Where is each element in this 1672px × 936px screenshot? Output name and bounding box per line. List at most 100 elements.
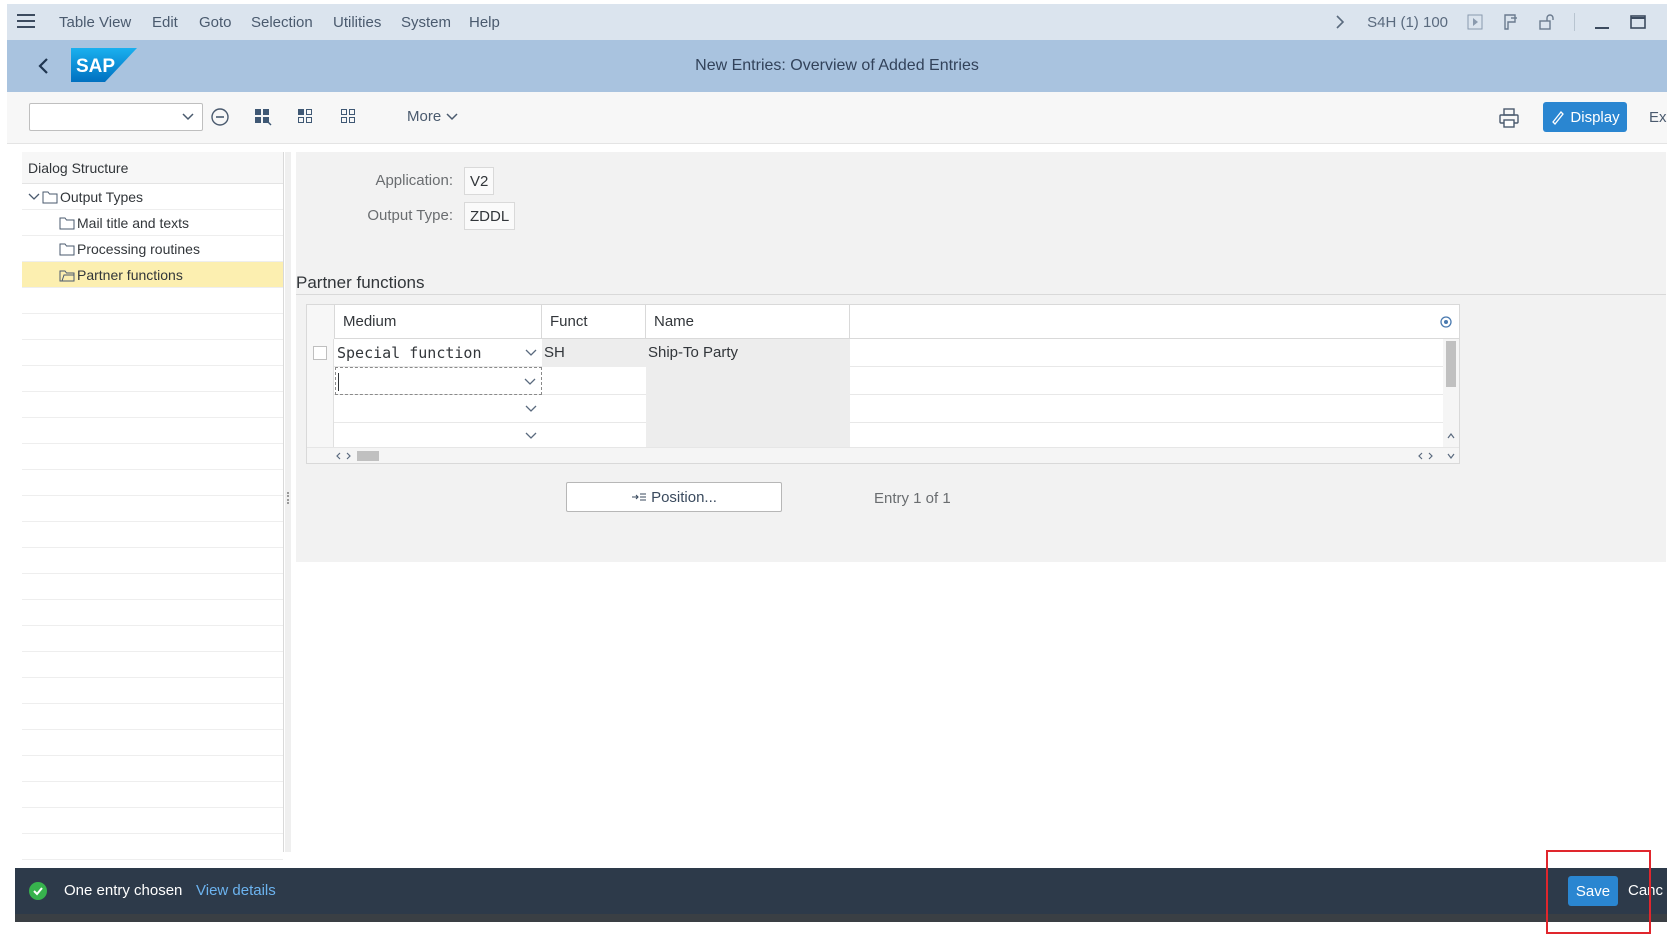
scroll-down-icon[interactable] <box>1446 451 1456 461</box>
panel-splitter[interactable] <box>285 152 291 852</box>
row-checkbox[interactable] <box>313 346 327 360</box>
horizontal-scrollbar[interactable] <box>307 447 1459 463</box>
table-row <box>307 395 1443 423</box>
scroll-left-right-icon[interactable] <box>1417 451 1437 461</box>
tree-empty-row <box>22 678 283 704</box>
name-field <box>646 423 850 449</box>
application-label: Application: <box>375 172 453 189</box>
scrollbar-thumb[interactable] <box>357 451 379 461</box>
chevron-down-icon[interactable] <box>524 403 538 415</box>
tree-empty-row <box>22 782 283 808</box>
medium-dropdown[interactable] <box>335 423 542 449</box>
table-row: Special function SH Ship-To Party <box>307 339 1443 367</box>
funct-field[interactable] <box>542 367 646 395</box>
select-all-icon[interactable] <box>253 107 273 127</box>
tree-empty-row <box>22 392 283 418</box>
delete-row-icon[interactable] <box>210 107 230 127</box>
tree-item-label: Partner functions <box>77 267 183 283</box>
scrollbar-thumb[interactable] <box>1446 341 1456 387</box>
tree-item-label: Mail title and texts <box>77 215 190 231</box>
section-divider <box>296 294 1666 295</box>
position-button[interactable]: Position... <box>566 482 782 512</box>
chevron-down-icon[interactable] <box>28 192 40 202</box>
chevron-down-icon <box>446 112 458 120</box>
column-funct[interactable]: Funct <box>542 305 646 339</box>
name-field <box>646 367 850 395</box>
funct-field[interactable] <box>542 423 646 449</box>
scroll-up-icon[interactable] <box>1446 431 1456 441</box>
system-toolbar: S4H (1) 100 <box>1331 10 1647 34</box>
menu-selection[interactable]: Selection <box>251 14 313 31</box>
minimize-icon[interactable] <box>1593 13 1611 31</box>
command-field[interactable] <box>29 103 203 131</box>
tree-item-partner-functions[interactable]: Partner functions <box>22 262 283 288</box>
row-selector[interactable] <box>307 423 334 449</box>
chevron-down-icon <box>182 113 194 121</box>
scroll-left-right-icon[interactable] <box>335 451 355 461</box>
page-title: New Entries: Overview of Added Entries <box>695 57 979 74</box>
medium-value: Special function <box>337 344 482 362</box>
exit-button[interactable]: Ex <box>1649 109 1667 126</box>
funct-field[interactable] <box>542 395 646 423</box>
column-medium[interactable]: Medium <box>335 305 542 339</box>
menu-bar: Table View Edit Goto Selection Utilities… <box>7 4 1667 40</box>
folder-icon <box>59 217 75 230</box>
tree-empty-row <box>22 288 283 314</box>
maximize-icon[interactable] <box>1629 13 1647 31</box>
menu-utilities[interactable]: Utilities <box>333 14 381 31</box>
output-type-field: ZDDL <box>464 202 516 230</box>
display-button[interactable]: Display <box>1543 102 1627 132</box>
system-id: S4H (1) 100 <box>1367 13 1448 31</box>
tree-item-processing-routines[interactable]: Processing routines <box>22 236 283 262</box>
tree-empty-row <box>22 496 283 522</box>
splitter-grip-icon[interactable] <box>287 492 289 504</box>
tree-item-label: Processing routines <box>77 241 200 257</box>
tree-empty-row <box>22 366 283 392</box>
application-toolbar: More Display Ex <box>7 92 1667 144</box>
chevron-down-icon[interactable] <box>524 347 538 359</box>
menu-goto[interactable]: Goto <box>199 14 232 31</box>
position-label: Position... <box>651 488 717 506</box>
play-icon[interactable] <box>1466 13 1484 31</box>
more-menu-button[interactable]: More <box>407 108 459 125</box>
tree-item-output-types[interactable]: Output Types <box>22 184 283 210</box>
row-selector[interactable] <box>307 339 334 367</box>
table-header: Medium Funct Name <box>307 305 1459 339</box>
status-message: One entry chosen <box>64 882 183 899</box>
chevron-down-icon[interactable] <box>523 376 537 388</box>
select-block-icon[interactable] <box>296 107 316 127</box>
funct-field[interactable]: SH <box>542 339 646 367</box>
medium-dropdown[interactable] <box>335 395 542 423</box>
print-icon[interactable] <box>1498 107 1520 129</box>
tree-empty-row <box>22 756 283 782</box>
row-selector[interactable] <box>307 367 334 395</box>
menu-edit[interactable]: Edit <box>152 14 178 31</box>
tree-empty-row <box>22 704 283 730</box>
menu-help[interactable]: Help <box>469 14 500 31</box>
view-details-link[interactable]: View details <box>196 882 276 899</box>
open-folder-icon <box>59 270 75 282</box>
medium-dropdown[interactable] <box>335 367 542 395</box>
table-settings-icon[interactable] <box>1439 315 1453 329</box>
select-all-column[interactable] <box>307 305 335 339</box>
tree-empty-row <box>22 340 283 366</box>
dialog-structure-panel: Dialog Structure Output Types Mail title… <box>22 152 284 860</box>
unlock-icon[interactable] <box>1538 13 1556 31</box>
tree-item-mail-title-and-texts[interactable]: Mail title and texts <box>22 210 283 236</box>
row-selector[interactable] <box>307 395 334 423</box>
column-name[interactable]: Name <box>646 305 850 339</box>
chevron-right-icon[interactable] <box>1331 13 1349 31</box>
menu-table-view[interactable]: Table View <box>59 14 131 31</box>
vertical-scrollbar[interactable] <box>1443 339 1459 449</box>
main-content: Application: V2 Output Type: ZDDL Partne… <box>296 152 1666 562</box>
medium-dropdown[interactable]: Special function <box>335 339 542 367</box>
new-session-icon[interactable] <box>1502 13 1520 31</box>
hamburger-menu-icon[interactable] <box>17 14 35 28</box>
menu-system[interactable]: System <box>401 14 451 31</box>
tree-empty-row <box>22 834 283 860</box>
table-row <box>307 367 1443 395</box>
chevron-down-icon[interactable] <box>524 430 538 442</box>
deselect-all-icon[interactable] <box>339 107 359 127</box>
tree-empty-row <box>22 600 283 626</box>
tree-empty-row <box>22 652 283 678</box>
